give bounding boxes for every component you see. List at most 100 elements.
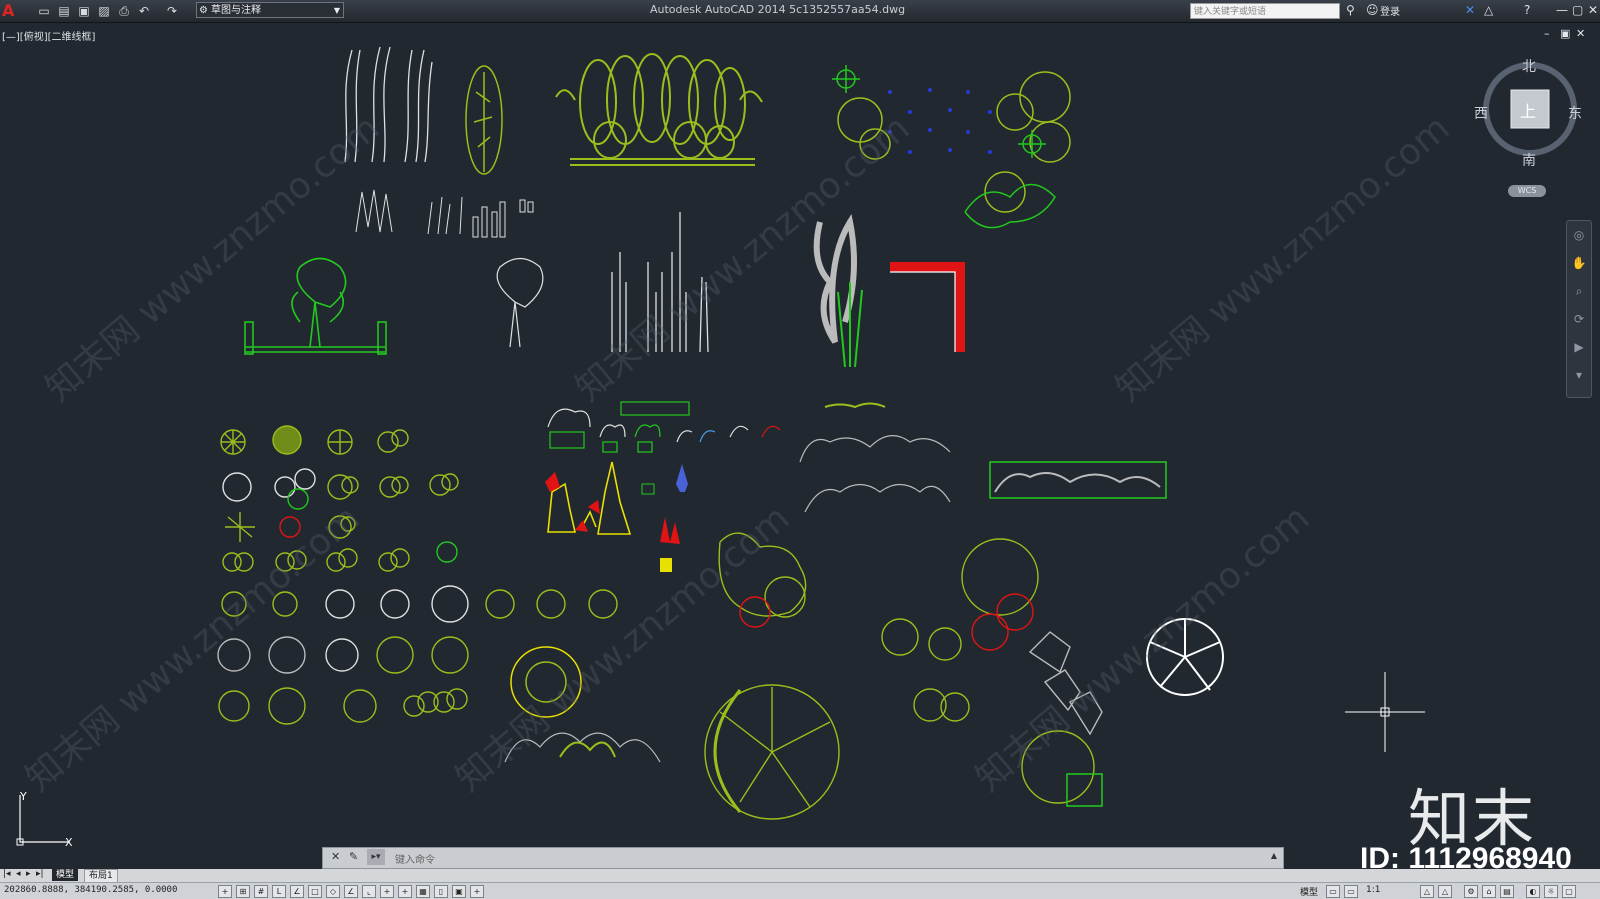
window-title: Autodesk AutoCAD 2014 5c1352557aa54.dwg: [650, 3, 906, 16]
annotation-scale[interactable]: 1:1: [1366, 885, 1380, 895]
hedge-box: [989, 461, 1167, 499]
compass-west[interactable]: 西: [1474, 103, 1488, 123]
tree-with-wall-elevation: [244, 257, 387, 355]
dyn-icon[interactable]: +: [380, 885, 394, 898]
tab-next-icon[interactable]: ▸: [26, 869, 31, 879]
print-icon[interactable]: ⎙: [116, 3, 132, 19]
hedge-elevations: [799, 435, 951, 513]
3d-osnap-icon[interactable]: ◇: [326, 885, 340, 898]
command-input[interactable]: 键入命令: [395, 851, 435, 866]
workspace-select[interactable]: ⚙ 草图与注释 ▼: [196, 2, 344, 18]
gear-icon: ⚙: [199, 5, 208, 16]
ortho-icon[interactable]: L: [272, 885, 286, 898]
status-bar: 202860.8888, 384190.2585, 0.0000 + ⊞ # L…: [0, 882, 1600, 899]
undo-icon[interactable]: ↶: [136, 3, 152, 19]
showmotion-icon[interactable]: ▶: [1567, 333, 1591, 361]
tree-row-elevation: [555, 53, 763, 166]
white-shrub-elevations: [355, 189, 534, 238]
selection-cycling-icon[interactable]: ▣: [452, 885, 466, 898]
search-input[interactable]: 键入关键字或短语: [1190, 3, 1340, 19]
small-square-plan: [1066, 773, 1103, 807]
navbar-settings-icon[interactable]: ▾: [1567, 361, 1591, 389]
save-icon[interactable]: ▣: [76, 3, 92, 19]
coordinate-readout: 202860.8888, 384190.2585, 0.0000: [4, 885, 178, 895]
title-bar: A ▭ ▤ ▣ ▨ ⎙ ↶ ↷ ⚙ 草图与注释 ▼ Autodesk AutoC…: [0, 0, 1600, 23]
ducs-icon[interactable]: ⌞: [362, 885, 376, 898]
zoom-icon[interactable]: ⌕: [1567, 277, 1591, 305]
workspace-switch-icon[interactable]: ⚙: [1464, 885, 1478, 898]
close-icon[interactable]: ✕: [1588, 3, 1598, 17]
open-folder-icon[interactable]: ▤: [56, 3, 72, 19]
autocad-logo-icon[interactable]: A: [2, 2, 24, 20]
compass-north[interactable]: 北: [1522, 56, 1536, 76]
chevron-down-icon: ▼: [333, 6, 340, 15]
annotation-visibility-icon[interactable]: △: [1420, 885, 1434, 898]
minimize-icon[interactable]: —: [1556, 3, 1568, 17]
low-hedge: [824, 402, 886, 409]
pan-icon[interactable]: ✋: [1567, 249, 1591, 277]
cypress-elevation: [465, 65, 503, 175]
polar-icon[interactable]: ∠: [290, 885, 304, 898]
binoculars-icon[interactable]: ⚲: [1346, 3, 1355, 17]
drawing-canvas[interactable]: [0, 22, 1600, 867]
infer-constraints-icon[interactable]: +: [218, 885, 232, 898]
notification-icon[interactable]: ☼: [1544, 885, 1558, 898]
viewcube-top-face[interactable]: 上: [1520, 98, 1536, 122]
quick-view-drawings-icon[interactable]: ▭: [1344, 885, 1358, 898]
auto-scale-icon[interactable]: △: [1438, 885, 1452, 898]
tab-layout1[interactable]: 布局1: [84, 869, 118, 883]
ucs-x-label: X: [65, 836, 73, 849]
transparency-icon[interactable]: ▦: [416, 885, 430, 898]
command-prompt-icon[interactable]: ▸▾: [367, 849, 385, 865]
save-as-icon[interactable]: ▨: [96, 3, 112, 19]
annotation-monitor-icon[interactable]: +: [470, 885, 484, 898]
large-canopy-plan: [704, 684, 840, 820]
crosshair-cursor: [1345, 672, 1425, 752]
clean-screen-icon[interactable]: ▢: [1562, 885, 1576, 898]
quick-view-layouts-icon[interactable]: ▭: [1326, 885, 1340, 898]
orbit-icon[interactable]: ⟳: [1567, 305, 1591, 333]
layout-tabs: |◂ ◂ ▸ ▸| 模型 布局1: [0, 869, 1600, 883]
login-button[interactable]: 登录: [1380, 3, 1400, 18]
snap-icon[interactable]: ⊞: [236, 885, 250, 898]
compass-east[interactable]: 东: [1568, 103, 1582, 123]
close-command-icon[interactable]: ✕: [331, 850, 340, 863]
otrack-icon[interactable]: ∠: [344, 885, 358, 898]
tab-first-icon[interactable]: |◂: [3, 869, 11, 879]
steering-wheel-icon[interactable]: ◎: [1567, 221, 1591, 249]
compass-south[interactable]: 南: [1522, 150, 1536, 170]
customize-icon[interactable]: ✎: [349, 850, 358, 863]
potted-plants: [547, 401, 781, 453]
rockery-elevation: [547, 461, 632, 535]
wcs-menu[interactable]: WCS: [1508, 185, 1546, 197]
navigation-bar: ◎ ✋ ⌕ ⟳ ▶ ▾: [1566, 220, 1592, 398]
small-green-pot: [641, 483, 655, 495]
new-file-icon[interactable]: ▭: [36, 3, 52, 19]
redo-icon[interactable]: ↷: [164, 3, 180, 19]
osnap-icon[interactable]: □: [308, 885, 322, 898]
model-space-button[interactable]: 模型: [1300, 885, 1318, 898]
tab-model[interactable]: 模型: [52, 869, 79, 881]
lock-icon[interactable]: ⌂: [1482, 885, 1496, 898]
ucs-y-label: Y: [20, 790, 27, 803]
command-line: ✕ ✎ ▸▾ 键入命令 ▲: [322, 847, 1284, 869]
isolate-objects-icon[interactable]: ◐: [1526, 885, 1540, 898]
chevron-up-icon[interactable]: ▲: [1271, 851, 1277, 860]
tab-last-icon[interactable]: ▸|: [36, 869, 44, 879]
blue-vase-plant: [676, 464, 688, 492]
exchange-icon[interactable]: ✕: [1465, 3, 1475, 17]
white-tree-elevation: [496, 257, 544, 348]
tab-prev-icon[interactable]: ◂: [16, 869, 21, 879]
help-icon[interactable]: ?: [1524, 3, 1530, 17]
workspace-label: 草图与注释: [211, 5, 261, 16]
green-groundcover: [559, 741, 616, 758]
ornamental-grass-elevation: [813, 213, 863, 368]
red-corner-planting: [890, 262, 965, 352]
maximize-icon[interactable]: ▢: [1572, 3, 1583, 17]
triangle-icon[interactable]: △: [1484, 3, 1493, 17]
user-icon[interactable]: ☺: [1366, 3, 1379, 17]
lineweight-icon[interactable]: +: [398, 885, 412, 898]
grid-icon[interactable]: #: [254, 885, 268, 898]
quick-properties-icon[interactable]: ▯: [434, 885, 448, 898]
hardware-acceleration-icon[interactable]: ▤: [1500, 885, 1514, 898]
